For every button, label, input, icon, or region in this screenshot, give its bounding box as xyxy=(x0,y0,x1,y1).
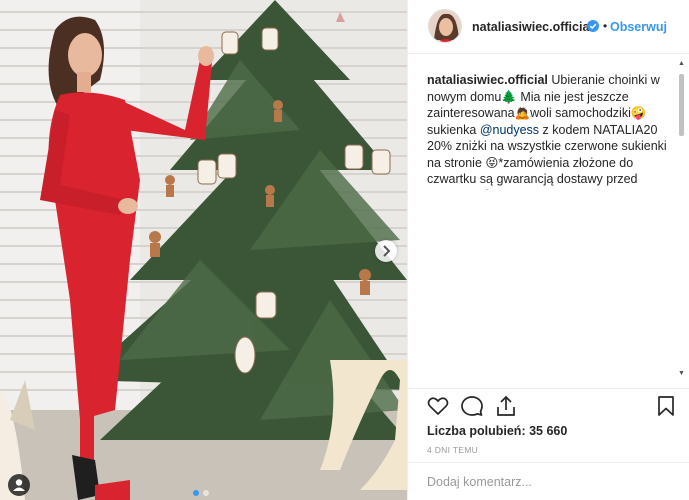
bookmark-icon[interactable] xyxy=(654,394,678,418)
post-actions-bar xyxy=(408,388,689,422)
comment-bar xyxy=(408,462,689,500)
caption-mention-link[interactable]: @nudyess xyxy=(480,123,539,137)
avatar-image xyxy=(429,10,461,42)
comment-icon[interactable] xyxy=(460,394,484,418)
avatar[interactable] xyxy=(428,9,462,43)
carousel-dot-active xyxy=(193,490,199,496)
carousel-dot xyxy=(203,490,209,496)
post-side-panel: nataliasiwiec.official • Obserwuj natali… xyxy=(407,0,689,500)
header-separator: • xyxy=(603,19,608,33)
user-tag-icon xyxy=(13,479,25,491)
scrollbar-thumb[interactable] xyxy=(679,74,684,136)
share-icon[interactable] xyxy=(494,394,518,418)
photo-image xyxy=(0,0,407,500)
likes-number: 35 660 xyxy=(529,424,568,438)
likes-count-text[interactable]: Liczba polubień: 35 660 xyxy=(427,424,567,438)
post-header: nataliasiwiec.official • Obserwuj xyxy=(408,0,689,54)
follow-button[interactable]: Obserwuj xyxy=(610,20,667,34)
scroll-up-arrow-icon[interactable]: ▲ xyxy=(678,60,685,67)
carousel-indicator xyxy=(193,490,209,496)
verified-badge-icon xyxy=(587,20,599,32)
next-slide-button[interactable] xyxy=(375,240,397,262)
caption-scrollbar[interactable]: ▲ ▼ xyxy=(678,60,685,380)
post-photo[interactable] xyxy=(0,0,407,500)
comment-input[interactable] xyxy=(427,475,667,489)
chevron-right-icon xyxy=(383,245,391,257)
post-author-username[interactable]: nataliasiwiec.official xyxy=(472,20,593,34)
scroll-down-arrow-icon[interactable]: ▼ xyxy=(678,370,685,377)
caption-username[interactable]: nataliasiwiec.official xyxy=(427,73,548,87)
post-caption: nataliasiwiec.official Ubieranie choinki… xyxy=(427,72,669,190)
heart-icon[interactable] xyxy=(426,394,450,418)
user-tags-button[interactable] xyxy=(8,474,30,496)
likes-label: Liczba polubień: xyxy=(427,424,526,438)
post-timestamp[interactable]: 4 DNI TEMU xyxy=(427,445,478,455)
